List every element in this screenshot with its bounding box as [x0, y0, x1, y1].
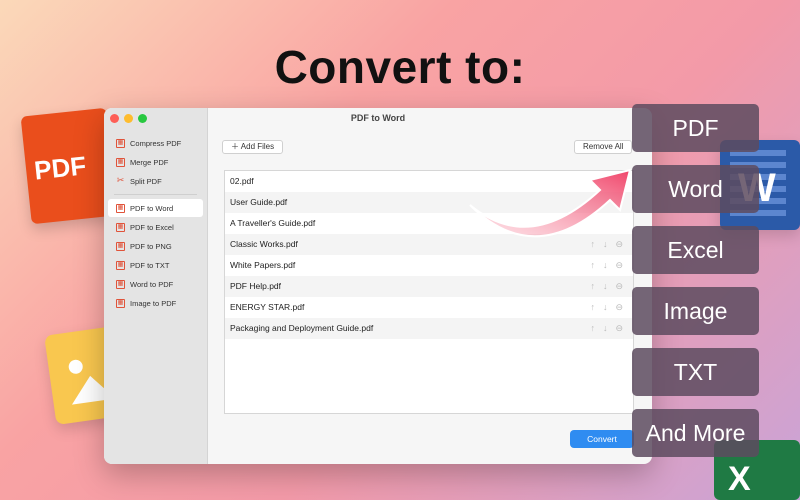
headline: Convert to:	[274, 41, 526, 93]
move-up-icon[interactable]: ↑	[590, 318, 595, 339]
format-tile: And More	[632, 409, 759, 457]
curved-arrow-icon	[469, 168, 632, 238]
pdf-to-txt-icon: ▦	[116, 260, 125, 270]
remove-icon[interactable]: ⊖	[615, 318, 623, 339]
sidebar-item-merge-pdf[interactable]: ▦ Merge PDF	[108, 153, 203, 171]
move-up-icon[interactable]: ↑	[590, 276, 595, 297]
remove-icon[interactable]: ⊖	[615, 297, 623, 318]
add-files-button[interactable]: ＋ Add Files	[222, 140, 284, 154]
compress-icon: ▦	[116, 138, 125, 148]
pdf-to-png-icon: ▦	[116, 241, 125, 251]
minimize-button[interactable]	[124, 114, 133, 123]
pdf-to-word-icon: ▦	[116, 203, 125, 213]
move-down-icon[interactable]: ↓	[603, 255, 608, 276]
sidebar-item-pdf-to-excel[interactable]: ▦ PDF to Excel	[108, 218, 203, 236]
file-row[interactable]: Packaging and Deployment Guide.pdf ↑ ↓ ⊖	[225, 318, 633, 339]
sidebar-item-compress-pdf[interactable]: ▦ Compress PDF	[108, 134, 203, 152]
move-up-icon[interactable]: ↑	[590, 255, 595, 276]
format-tile: TXT	[632, 348, 759, 396]
format-list: PDF Word Excel Image TXT And More	[632, 104, 759, 470]
pdf-to-excel-icon: ▦	[116, 222, 125, 232]
remove-icon[interactable]: ⊖	[615, 255, 623, 276]
move-down-icon[interactable]: ↓	[603, 297, 608, 318]
image-to-pdf-icon: ▦	[116, 298, 125, 308]
remove-icon[interactable]: ⊖	[615, 276, 623, 297]
pdf-file-icon: PDF	[20, 107, 118, 225]
file-row[interactable]: White Papers.pdf ↑ ↓ ⊖	[225, 255, 633, 276]
close-button[interactable]	[110, 114, 119, 123]
sidebar-item-pdf-to-word[interactable]: ▦ PDF to Word	[108, 199, 203, 217]
move-up-icon[interactable]: ↑	[590, 297, 595, 318]
file-row[interactable]: ENERGY STAR.pdf ↑ ↓ ⊖	[225, 297, 633, 318]
move-down-icon[interactable]: ↓	[603, 318, 608, 339]
sidebar-divider	[114, 194, 197, 195]
sidebar-item-image-to-pdf[interactable]: ▦ Image to PDF	[108, 294, 203, 312]
sidebar: ▦ Compress PDF ▦ Merge PDF ✂ Split PDF ▦ PDF…	[104, 108, 208, 464]
word-to-pdf-icon: ▦	[116, 279, 125, 289]
format-tile: PDF	[632, 104, 759, 152]
format-tile: Word	[632, 165, 759, 213]
format-tile: Excel	[632, 226, 759, 274]
sidebar-item-pdf-to-txt[interactable]: ▦ PDF to TXT	[108, 256, 203, 274]
sidebar-item-word-to-pdf[interactable]: ▦ Word to PDF	[108, 275, 203, 293]
sidebar-item-pdf-to-png[interactable]: ▦ PDF to PNG	[108, 237, 203, 255]
file-row[interactable]: PDF Help.pdf ↑ ↓ ⊖	[225, 276, 633, 297]
sidebar-item-split-pdf[interactable]: ✂ Split PDF	[108, 172, 203, 190]
plus-icon: ＋	[231, 142, 241, 151]
split-icon: ✂	[116, 174, 125, 185]
move-down-icon[interactable]: ↓	[603, 276, 608, 297]
convert-button[interactable]: Convert	[570, 430, 634, 448]
window-controls	[110, 114, 147, 123]
merge-icon: ▦	[116, 157, 125, 167]
format-tile: Image	[632, 287, 759, 335]
zoom-button[interactable]	[138, 114, 147, 123]
